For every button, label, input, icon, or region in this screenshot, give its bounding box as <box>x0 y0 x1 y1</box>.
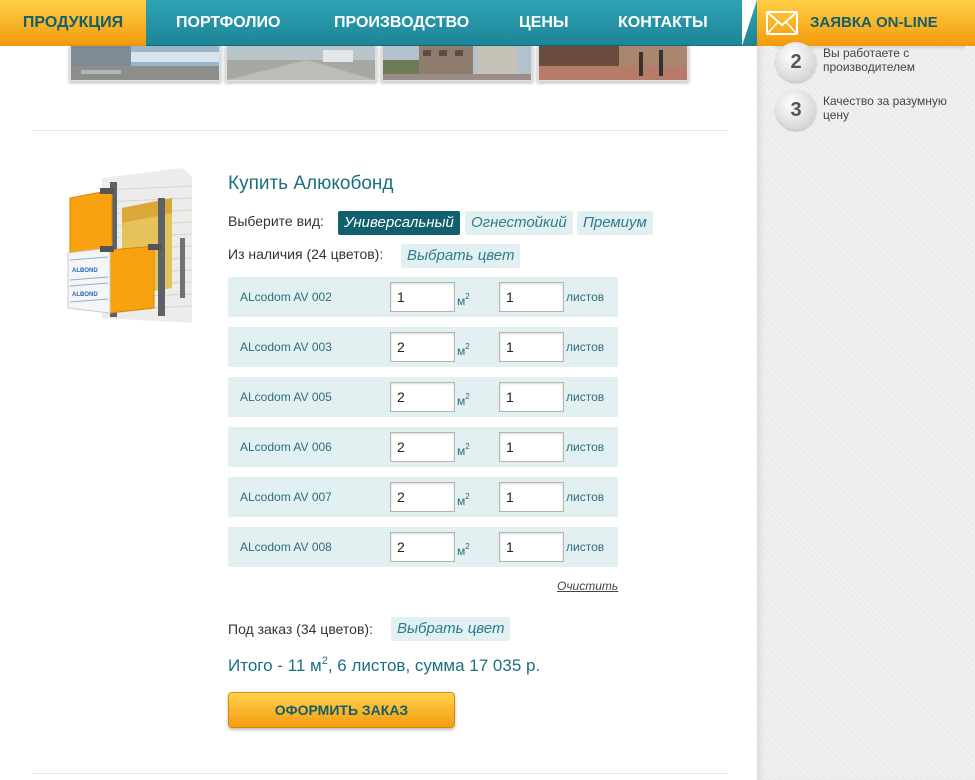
type-option-premium[interactable]: Премиум <box>577 211 653 235</box>
area-unit-text: м <box>457 444 466 458</box>
portfolio-photo[interactable] <box>537 46 689 82</box>
sheets-input[interactable] <box>499 382 564 412</box>
area-unit-exp: 2 <box>465 342 470 351</box>
sheets-unit: листов <box>566 390 605 404</box>
total-prefix: Итого - 11 м <box>228 656 322 675</box>
area-unit-text: м <box>457 394 466 408</box>
type-option-fireproof[interactable]: Огнестойкий <box>465 211 573 235</box>
area-unit-exp: 2 <box>465 542 470 551</box>
portfolio-photo-image <box>383 46 531 80</box>
area-unit: м2 <box>457 477 470 521</box>
portfolio-photo[interactable] <box>225 46 377 82</box>
area-unit: м2 <box>457 327 470 371</box>
area-unit: м2 <box>457 527 470 571</box>
sheets-input[interactable] <box>499 532 564 562</box>
product-row: ALcodom AV 002 м2 листов <box>228 277 618 317</box>
product-row: ALcodom AV 003 м2 листов <box>228 327 618 367</box>
nav-item-prices[interactable]: ЦЕНЫ <box>519 0 569 46</box>
alucobond-panel-image: ALBOND ALBOND <box>67 168 193 323</box>
main-nav: ПРОДУКЦИЯ ПОРТФОЛИО ПРОИЗВОДСТВО ЦЕНЫ КО… <box>0 0 757 46</box>
area-input[interactable] <box>390 382 455 412</box>
online-request-title[interactable]: ЗАЯВКА ON-LINE <box>810 0 938 46</box>
sheets-unit: листов <box>566 290 605 304</box>
in-stock-label: Из наличия (24 цветов): <box>228 246 384 262</box>
choose-color-on-order[interactable]: Выбрать цвет <box>391 617 511 641</box>
benefit-text: Качество за разумную цену <box>823 94 947 122</box>
portfolio-photo[interactable] <box>381 46 533 82</box>
area-unit: м2 <box>457 277 470 321</box>
benefit-number: 3 <box>776 90 816 130</box>
color-name: ALcodom AV 003 <box>240 340 332 354</box>
area-input[interactable] <box>390 432 455 462</box>
area-unit-text: м <box>457 544 466 558</box>
area-unit: м2 <box>457 427 470 471</box>
area-input[interactable] <box>390 282 455 312</box>
portfolio-photo-image <box>539 46 687 80</box>
product-title: Купить Алюкобонд <box>228 173 394 194</box>
sheets-input[interactable] <box>499 432 564 462</box>
product-row: ALcodom AV 008 м2 листов <box>228 527 618 567</box>
clear-link[interactable]: Очистить <box>557 579 618 593</box>
section-divider <box>32 130 727 131</box>
sheets-input[interactable] <box>499 332 564 362</box>
section-divider <box>32 773 727 774</box>
albond-film-text: ALBOND <box>72 292 98 298</box>
area-input[interactable] <box>390 332 455 362</box>
area-unit-text: м <box>457 294 466 308</box>
portfolio-photo-image <box>227 46 375 80</box>
area-unit-exp: 2 <box>465 292 470 301</box>
area-unit-exp: 2 <box>465 492 470 501</box>
area-unit-text: м <box>457 494 466 508</box>
area-input[interactable] <box>390 532 455 562</box>
area-unit-text: м <box>457 344 466 358</box>
sheets-unit: листов <box>566 440 605 454</box>
area-unit-exp: 2 <box>465 392 470 401</box>
product-row: ALcodom AV 006 м2 листов <box>228 427 618 467</box>
area-unit-exp: 2 <box>465 442 470 451</box>
nav-item-products[interactable]: ПРОДУКЦИЯ <box>0 0 146 46</box>
place-order-button[interactable]: ОФОРМИТЬ ЗАКАЗ <box>228 692 455 728</box>
nav-item-portfolio[interactable]: ПОРТФОЛИО <box>176 0 280 46</box>
choose-color-in-stock[interactable]: Выбрать цвет <box>401 244 521 268</box>
sheets-input[interactable] <box>499 282 564 312</box>
nav-item-contacts[interactable]: КОНТАКТЫ <box>618 0 708 46</box>
type-option-universal[interactable]: Универсальный <box>338 211 460 235</box>
product-row: ALcodom AV 007 м2 листов <box>228 477 618 517</box>
sheets-unit: листов <box>566 490 605 504</box>
color-name: ALcodom AV 005 <box>240 390 332 404</box>
color-name: ALcodom AV 006 <box>240 440 332 454</box>
area-input[interactable] <box>390 482 455 512</box>
area-unit: м2 <box>457 377 470 421</box>
nav-item-production[interactable]: ПРОИЗВОДСТВО <box>334 0 469 46</box>
sheets-input[interactable] <box>499 482 564 512</box>
on-order-label: Под заказ (34 цветов): <box>228 621 373 637</box>
albond-film-text: ALBOND <box>72 268 98 274</box>
product-row: ALcodom AV 005 м2 листов <box>228 377 618 417</box>
benefit-number: 2 <box>776 42 816 82</box>
color-name: ALcodom AV 007 <box>240 490 332 504</box>
sheets-unit: листов <box>566 540 605 554</box>
order-total: Итого - 11 м2, 6 листов, сумма 17 035 р. <box>228 655 540 676</box>
mail-icon <box>766 11 798 35</box>
sheets-unit: листов <box>566 340 605 354</box>
color-name: ALcodom AV 008 <box>240 540 332 554</box>
portfolio-photo[interactable] <box>69 46 221 82</box>
total-suffix: , 6 листов, сумма 17 035 р. <box>327 656 541 675</box>
benefit-text: Вы работаете с производителем <box>823 46 915 74</box>
color-name: ALcodom AV 002 <box>240 290 332 304</box>
type-label: Выберите вид: <box>228 213 324 229</box>
portfolio-photo-image <box>71 46 219 80</box>
